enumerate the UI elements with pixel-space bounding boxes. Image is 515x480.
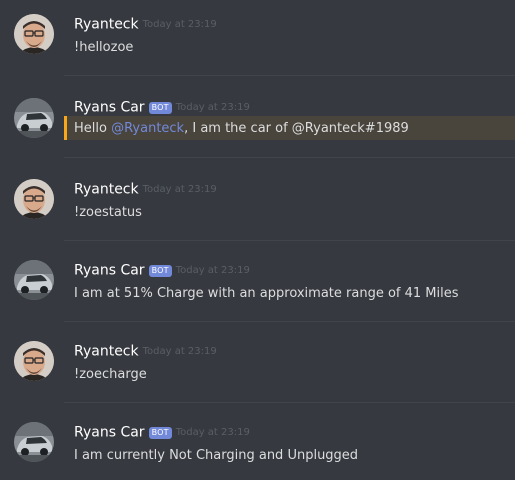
username[interactable]: Ryans Car xyxy=(74,100,145,116)
bot-tag: BOT xyxy=(148,101,172,114)
message-content: !zoestatus xyxy=(74,205,142,220)
mention-highlight-bar xyxy=(64,116,67,140)
message-header: Ryans Car BOT Today at 23:19 xyxy=(74,98,250,116)
bot-tag: BOT xyxy=(148,426,172,439)
message-text: , I am the car of @Ryanteck#1989 xyxy=(184,121,409,136)
message-content: Hello @Ryanteck, I am the car of @Ryante… xyxy=(74,121,409,137)
bot-tag: BOT xyxy=(148,264,172,277)
username[interactable]: Ryans Car xyxy=(74,425,145,441)
chat-messages: Ryanteck Today at 23:19 !hellozoe Ryans C… xyxy=(0,0,515,480)
message-content: !zoecharge xyxy=(74,367,147,382)
message-ryans-car-3: Ryans Car BOT Today at 23:19 I am currentl… xyxy=(0,410,515,480)
message-ryanteck-1: Ryanteck Today at 23:19 !hellozoe xyxy=(0,2,515,72)
message-header: Ryans Car BOT Today at 23:19 xyxy=(74,261,250,279)
user-avatar-icon[interactable] xyxy=(14,179,54,219)
message-divider xyxy=(64,240,515,241)
message-content: !hellozoe xyxy=(74,40,134,55)
username[interactable]: Ryanteck xyxy=(74,17,139,33)
message-ryanteck-3: Ryanteck Today at 23:19 !zoecharge xyxy=(0,329,515,399)
message-ryans-car-1: Ryans Car BOT Today at 23:19 Hello @Ryante… xyxy=(0,96,515,166)
message-ryanteck-2: Ryanteck Today at 23:19 !zoestatus xyxy=(0,167,515,237)
username[interactable]: Ryanteck xyxy=(74,182,139,198)
message-content: I am at 51% Charge with an approximate r… xyxy=(74,286,459,301)
message-timestamp: Today at 23:19 xyxy=(142,183,217,195)
message-header: Ryanteck Today at 23:19 xyxy=(74,15,217,33)
message-timestamp: Today at 23:19 xyxy=(142,345,217,357)
message-header: Ryans Car BOT Today at 23:19 xyxy=(74,423,250,441)
message-ryans-car-2: Ryans Car BOT Today at 23:19 I am at 51% C… xyxy=(0,248,515,318)
car-avatar-icon[interactable] xyxy=(14,422,54,462)
message-header: Ryanteck Today at 23:19 xyxy=(74,342,217,360)
message-divider xyxy=(64,402,515,403)
message-divider xyxy=(64,321,515,322)
car-avatar-icon[interactable] xyxy=(14,260,54,300)
message-divider xyxy=(64,75,515,76)
username[interactable]: Ryanteck xyxy=(74,344,139,360)
user-avatar-icon[interactable] xyxy=(14,14,54,54)
message-timestamp: Today at 23:19 xyxy=(175,264,250,276)
message-text: Hello xyxy=(74,121,112,136)
user-mention[interactable]: @Ryanteck xyxy=(111,121,184,136)
message-timestamp: Today at 23:19 xyxy=(142,18,217,30)
message-timestamp: Today at 23:19 xyxy=(175,426,250,438)
message-divider xyxy=(64,157,515,158)
username[interactable]: Ryans Car xyxy=(74,263,145,279)
message-content: I am currently Not Charging and Unplugge… xyxy=(74,448,359,463)
car-avatar-icon[interactable] xyxy=(14,98,54,138)
message-timestamp: Today at 23:19 xyxy=(175,101,250,113)
message-header: Ryanteck Today at 23:19 xyxy=(74,180,217,198)
user-avatar-icon[interactable] xyxy=(14,341,54,381)
